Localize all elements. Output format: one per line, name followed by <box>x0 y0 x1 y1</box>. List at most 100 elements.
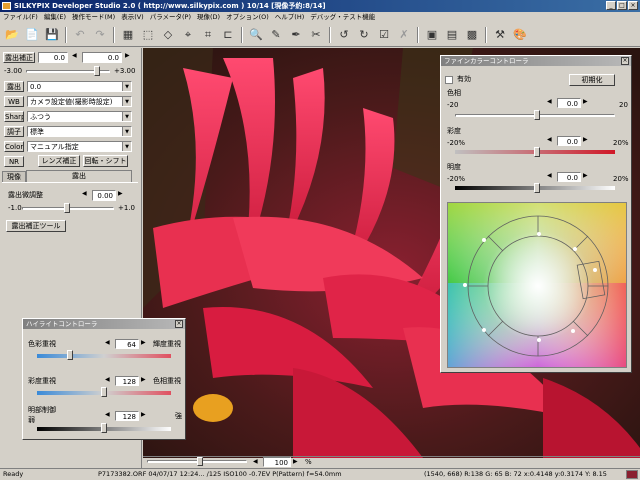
rotate-left-icon[interactable]: ↺ <box>335 26 353 44</box>
lens-correction-button[interactable]: レンズ補正 <box>38 155 80 167</box>
print-icon[interactable]: ▤ <box>443 26 461 44</box>
arrow-right-icon[interactable]: ▶ <box>125 52 133 63</box>
arrow-left-icon[interactable]: ◀ <box>105 376 110 383</box>
rotate-right-icon[interactable]: ↻ <box>355 26 373 44</box>
hl-row3-thumb[interactable] <box>101 423 107 433</box>
chevron-down-icon: ▼ <box>122 127 131 136</box>
exposure-slider-thumb[interactable] <box>94 66 100 76</box>
highlight-panel-title: ハイライトコントローラ <box>23 319 185 329</box>
hl-row2-thumb[interactable] <box>101 387 107 397</box>
arrow-right-icon[interactable]: ▶ <box>141 411 146 418</box>
arrow-right-icon[interactable]: ▶ <box>118 190 126 201</box>
menu-develop[interactable]: 現像(D) <box>197 12 220 23</box>
tone-select[interactable]: 標準 ▼ <box>27 126 132 137</box>
develop-hammer-icon[interactable]: ⚒ <box>491 26 509 44</box>
open-file-icon[interactable]: 📄 <box>23 26 41 44</box>
hl-row1-thumb[interactable] <box>67 350 73 360</box>
color-wheel[interactable] <box>447 202 627 368</box>
eraser-icon[interactable]: ◇ <box>159 26 177 44</box>
tab-exposure[interactable]: 露出 <box>26 170 132 182</box>
exposure-select[interactable]: 0.0 ▼ <box>27 81 132 92</box>
reset-button[interactable]: 初期化 <box>569 74 615 86</box>
menu-help[interactable]: ヘルプ(H) <box>275 12 304 23</box>
palette-icon[interactable]: 🎨 <box>511 26 529 44</box>
menu-debug[interactable]: デバッグ・テスト機能 <box>310 12 375 23</box>
sharp-button[interactable]: Sharp <box>4 111 24 122</box>
menu-parameter[interactable]: パラメータ(P) <box>150 12 191 23</box>
crop-icon[interactable]: ⌗ <box>199 26 217 44</box>
menu-options[interactable]: オプション(O) <box>226 12 269 23</box>
menu-file[interactable]: ファイル(F) <box>3 12 38 23</box>
grid-icon[interactable]: ▦ <box>119 26 137 44</box>
tab-develop[interactable]: 現像 <box>2 171 26 182</box>
tone-button[interactable]: 調子 <box>4 126 24 137</box>
arrow-right-icon[interactable]: ▶ <box>583 98 588 105</box>
hue-thumb[interactable] <box>534 110 540 120</box>
arrow-left-icon[interactable]: ◀ <box>105 339 110 346</box>
exposure-comp-label[interactable]: 露出補正 <box>3 52 35 63</box>
close-icon[interactable]: × <box>175 320 183 328</box>
hl-row3-input[interactable]: 128 <box>115 411 139 421</box>
maximize-button[interactable]: □ <box>617 1 627 10</box>
arrow-left-icon[interactable]: ◀ <box>253 458 258 465</box>
lightness-input[interactable]: 0.0 <box>557 172 581 182</box>
color-button[interactable]: Color <box>4 141 24 152</box>
undo-icon[interactable]: ↶ <box>71 26 89 44</box>
hl-row3-weak-label: 弱 <box>28 416 35 424</box>
rotate-shift-button[interactable]: 回転・シフト <box>83 155 128 167</box>
saturation-thumb[interactable] <box>534 147 540 157</box>
arrow-left-icon[interactable]: ◀ <box>547 98 552 105</box>
arrow-left-icon[interactable]: ◀ <box>82 190 90 201</box>
save-icon[interactable]: 💾 <box>43 26 61 44</box>
arrow-left-icon[interactable]: ◀ <box>547 136 552 143</box>
zoom-input[interactable]: 100 <box>263 457 291 467</box>
hue-input[interactable]: 0.0 <box>557 98 581 108</box>
wb-picker-icon[interactable]: ✎ <box>267 26 285 44</box>
close-button[interactable]: × <box>628 1 638 10</box>
arrow-left-icon[interactable]: ◀ <box>72 52 80 63</box>
hl-row2-input[interactable]: 128 <box>115 376 139 386</box>
sharp-select[interactable]: ふつう ▼ <box>27 111 132 122</box>
hl-row1-input[interactable]: 64 <box>115 339 139 349</box>
app-logo-icon <box>2 2 11 10</box>
menu-mode[interactable]: 操作モード(M) <box>72 12 115 23</box>
arrow-right-icon[interactable]: ▶ <box>583 172 588 179</box>
menu-edit[interactable]: 編集(E) <box>44 12 66 23</box>
preview-icon[interactable]: ▩ <box>463 26 481 44</box>
menu-view[interactable]: 表示(V) <box>121 12 144 23</box>
exposure-button[interactable]: 露出 <box>4 81 24 92</box>
delete-icon[interactable]: ✗ <box>395 26 413 44</box>
nr-button[interactable]: NR <box>4 156 24 167</box>
wb-button[interactable]: WB <box>4 96 24 107</box>
hl-row1-track[interactable] <box>37 354 171 358</box>
cursor-icon[interactable]: ⌖ <box>179 26 197 44</box>
zoom-icon[interactable]: 🔍 <box>247 26 265 44</box>
frame-icon[interactable]: ⊏ <box>219 26 237 44</box>
arrow-right-icon[interactable]: ▶ <box>141 376 146 383</box>
fine-color-panel-title: ファインカラーコントローラ <box>441 56 631 66</box>
exposure-tool-button[interactable]: 露出補正ツール <box>6 220 66 232</box>
lightness-thumb[interactable] <box>534 183 540 193</box>
fullscreen-icon[interactable]: ▣ <box>423 26 441 44</box>
redo-icon[interactable]: ↷ <box>91 26 109 44</box>
close-icon[interactable]: × <box>621 57 629 65</box>
fine-adjust-input[interactable]: 0.00 <box>92 190 116 201</box>
eyedropper-icon[interactable]: ✒ <box>287 26 305 44</box>
saturation-input[interactable]: 0.0 <box>557 136 581 146</box>
select-icon[interactable]: ⬚ <box>139 26 157 44</box>
zoom-slider-thumb[interactable] <box>197 457 203 466</box>
wb-select[interactable]: カメラ設定値(撮影時設定) ▼ <box>27 96 132 107</box>
fine-slider-thumb[interactable] <box>64 203 70 213</box>
color-select[interactable]: マニュアル指定 ▼ <box>27 141 132 152</box>
mark-icon[interactable]: ☑ <box>375 26 393 44</box>
minimize-button[interactable]: _ <box>606 1 616 10</box>
enabled-checkbox[interactable] <box>445 76 453 84</box>
arrow-left-icon[interactable]: ◀ <box>547 172 552 179</box>
arrow-right-icon[interactable]: ▶ <box>293 458 298 465</box>
arrow-left-icon[interactable]: ◀ <box>105 411 110 418</box>
scissors-icon[interactable]: ✂ <box>307 26 325 44</box>
exposure-comp-input[interactable]: 0.0 <box>82 52 122 63</box>
arrow-right-icon[interactable]: ▶ <box>583 136 588 143</box>
arrow-right-icon[interactable]: ▶ <box>141 339 146 346</box>
open-folder-icon[interactable]: 📂 <box>3 26 21 44</box>
